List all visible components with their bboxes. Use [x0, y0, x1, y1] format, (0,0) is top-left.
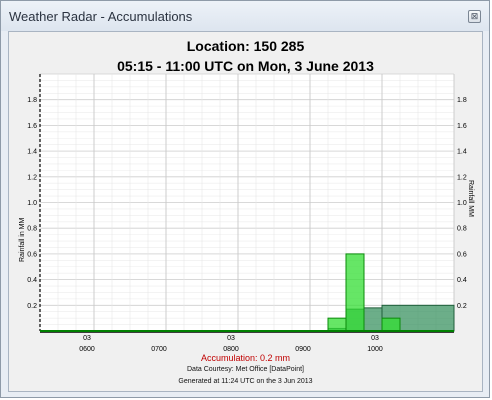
x-tick-label-day: 03	[83, 335, 91, 342]
chart-panel: Location: 150 285 05:15 - 11:00 UTC on M…	[8, 31, 483, 392]
x-tick-label-day: 03	[227, 335, 235, 342]
y-tick-label-right: 1.8	[457, 97, 467, 104]
x-tick-label-time: 0900	[295, 346, 311, 352]
accumulation-step	[363, 307, 383, 332]
generated-time: Generated at 11:24 UTC on the 3 Jun 2013	[178, 378, 313, 385]
y-tick-label-right: 1.0	[457, 200, 467, 207]
y-tick-label-right: 1.2	[457, 174, 467, 181]
y-tick-label-left: 1.4	[27, 149, 37, 156]
chart-grid	[39, 73, 455, 331]
data-courtesy: Data Courtesy: Met Office [DataPoint]	[187, 366, 304, 373]
y-tick-label-left: 1.8	[27, 97, 37, 104]
y-tick-label-left: 0.4	[27, 277, 37, 284]
y-axis-label-left: Rainfall in MM	[19, 217, 26, 262]
y-tick-label-right: 0.6	[457, 251, 467, 258]
y-tick-label-right: 1.4	[457, 149, 467, 156]
y-tick-label-left: 0.8	[27, 226, 37, 233]
y-axis-label-right: Rainfall MM	[467, 180, 474, 217]
x-tick-label-time: 0700	[151, 346, 167, 352]
y-tick-label-left: 0.6	[27, 251, 37, 258]
x-tick-label-time: 0800	[223, 346, 239, 352]
x-tick-labels: 03 0600 0700 03 0800 0900 03 1000	[79, 335, 383, 352]
y-tick-label-right: 0.4	[457, 277, 467, 284]
rainfall-bar	[381, 317, 401, 332]
y-tick-label-left: 1.0	[27, 200, 37, 207]
y-tick-label-left: 1.2	[27, 174, 37, 181]
y-tick-label-right: 0.2	[457, 303, 467, 310]
y-tick-label-left: 0.2	[27, 303, 37, 310]
x-tick-label-day: 03	[371, 335, 379, 342]
y-tick-label-right: 0.8	[457, 226, 467, 233]
rainfall-chart: 0.2 0.2 0.4 0.4 0.6 0.6 0.8 0.8 1.0 1.0 1.2 1.2 1.4 1…	[19, 73, 474, 352]
close-icon[interactable]: ⊠	[468, 10, 481, 23]
window-title: Weather Radar - Accumulations	[9, 9, 193, 24]
accumulations-window: Weather Radar - Accumulations ⊠ Location…	[0, 0, 490, 398]
accumulation-total: Accumulation: 0.2 mm	[200, 353, 291, 363]
x-tick-label-time: 1000	[367, 346, 383, 352]
title-bar[interactable]: Weather Radar - Accumulations ⊠	[1, 1, 489, 31]
x-tick-label-time: 0600	[79, 346, 95, 352]
y-tick-label-right: 1.6	[457, 123, 467, 130]
rainfall-bar	[327, 317, 347, 332]
rainfall-bar	[345, 253, 365, 332]
y-tick-label-left: 1.6	[27, 123, 37, 130]
